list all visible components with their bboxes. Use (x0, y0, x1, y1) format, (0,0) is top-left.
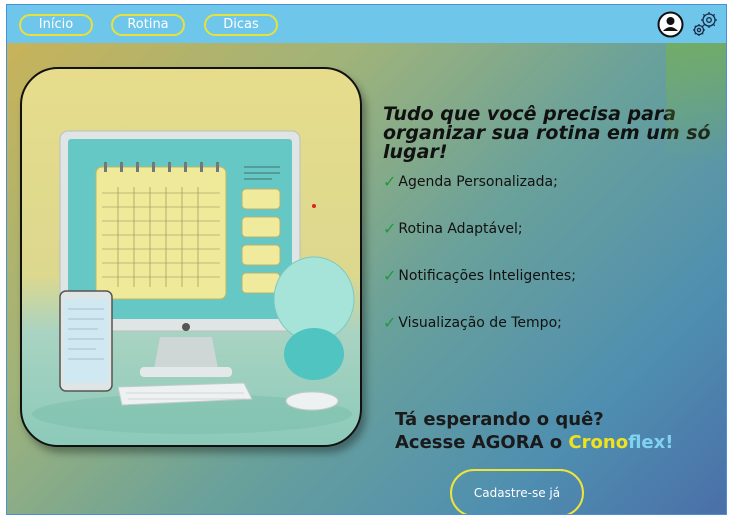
feature-label: Notificações Inteligentes; (398, 267, 576, 284)
top-navbar: Início Rotina Dicas (7, 5, 726, 43)
user-account-icon[interactable] (657, 11, 684, 38)
gear-icon[interactable] (690, 9, 720, 39)
nav-inicio-button[interactable]: Início (19, 14, 93, 36)
checkmark-icon: ✓ (383, 219, 397, 238)
checkmark-icon: ✓ (383, 172, 397, 191)
feature-item: ✓ Notificações Inteligentes; (383, 266, 576, 285)
feature-label: Rotina Adaptável; (398, 220, 523, 237)
feature-item: ✓ Visualização de Tempo; (383, 313, 562, 332)
brand-name-part2: flex! (628, 432, 674, 453)
app-frame: Início Rotina Dicas Tudo que você precis… (6, 4, 727, 515)
nav-dicas-button[interactable]: Dicas (204, 14, 278, 36)
cta-prefix: Acesse AGORA o (395, 432, 569, 453)
call-to-action-text: Tá esperando o quê? Acesse AGORA o Crono… (395, 408, 673, 454)
feature-item: ✓ Rotina Adaptável; (383, 219, 523, 238)
brand-name-part1: Crono (568, 432, 629, 453)
illustration-graphic (32, 130, 355, 434)
hero-section: Tudo que você precisa para organizar sua… (7, 43, 726, 514)
feature-item: ✓ Agenda Personalizada; (383, 172, 558, 191)
checkmark-icon: ✓ (383, 313, 397, 332)
checkmark-icon: ✓ (383, 266, 397, 285)
feature-label: Visualização de Tempo; (398, 314, 562, 331)
signup-button[interactable]: Cadastre-se já (450, 469, 584, 514)
feature-label: Agenda Personalizada; (398, 173, 558, 190)
nav-rotina-button[interactable]: Rotina (111, 14, 185, 36)
hero-headline: Tudo que você precisa para organizar sua… (383, 103, 711, 163)
cta-line-2: Acesse AGORA o Cronoflex! (395, 431, 673, 454)
red-marker-dot (312, 204, 316, 208)
computer-calendar-illustration (20, 67, 362, 447)
cta-line-1: Tá esperando o quê? (395, 409, 604, 430)
